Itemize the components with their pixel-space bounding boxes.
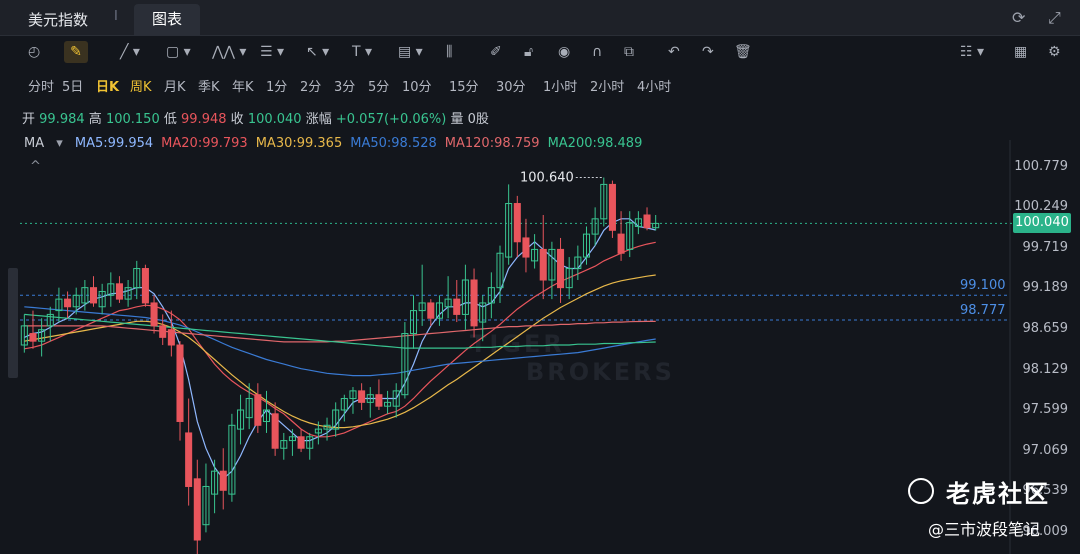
candle-body xyxy=(219,470,227,491)
candle-body xyxy=(617,233,625,254)
y-tick-label: 97.069 xyxy=(1022,442,1069,458)
candle-body xyxy=(453,298,461,315)
candle-body xyxy=(297,436,305,449)
candle-body xyxy=(643,214,651,229)
price-level-label: 98.777 xyxy=(960,302,1006,318)
candle-body xyxy=(608,183,616,231)
last-price-badge: 100.040 xyxy=(1013,213,1071,234)
candle-body xyxy=(271,413,279,449)
y-tick-label: 98.659 xyxy=(1022,321,1069,337)
high-annotation: 100.640 xyxy=(520,171,574,186)
y-tick-label: 100.249 xyxy=(1014,199,1068,215)
candle-body xyxy=(522,237,530,258)
ma-series-ma200 xyxy=(24,313,656,349)
candlestick-chart[interactable]: 100.64095.566^ xyxy=(0,0,1080,554)
collapse-caret-icon: ^ xyxy=(30,159,41,174)
price-level-label: 99.100 xyxy=(960,278,1006,294)
candle-body xyxy=(358,390,366,403)
candle-body xyxy=(427,302,435,319)
y-tick-label: 99.719 xyxy=(1022,239,1069,255)
candle-body xyxy=(167,329,175,346)
candle-body xyxy=(557,248,565,289)
community-watermark: 老虎社区 xyxy=(946,480,1050,508)
candle-body xyxy=(513,203,521,243)
y-tick-label: 97.599 xyxy=(1022,402,1069,418)
candle-body xyxy=(185,432,193,487)
author-credit: @三市波段笔记 xyxy=(928,520,1041,539)
candle-body xyxy=(254,394,262,426)
candle-body xyxy=(176,344,184,422)
candle-body xyxy=(539,248,547,281)
candle-body xyxy=(159,325,167,338)
candle-body xyxy=(115,283,123,300)
y-tick-label: 98.129 xyxy=(1022,361,1069,377)
tiger-logo-icon xyxy=(908,478,934,504)
candle-body xyxy=(375,394,383,407)
candle-body xyxy=(141,268,149,304)
candle-body xyxy=(89,287,98,304)
candle-body xyxy=(150,302,158,327)
y-tick-label: 100.779 xyxy=(1014,158,1068,174)
y-tick-label: 99.189 xyxy=(1022,280,1069,296)
candle-body xyxy=(193,478,201,541)
candle-body xyxy=(29,333,37,342)
candle-body xyxy=(64,298,72,308)
candle-body xyxy=(470,279,478,327)
